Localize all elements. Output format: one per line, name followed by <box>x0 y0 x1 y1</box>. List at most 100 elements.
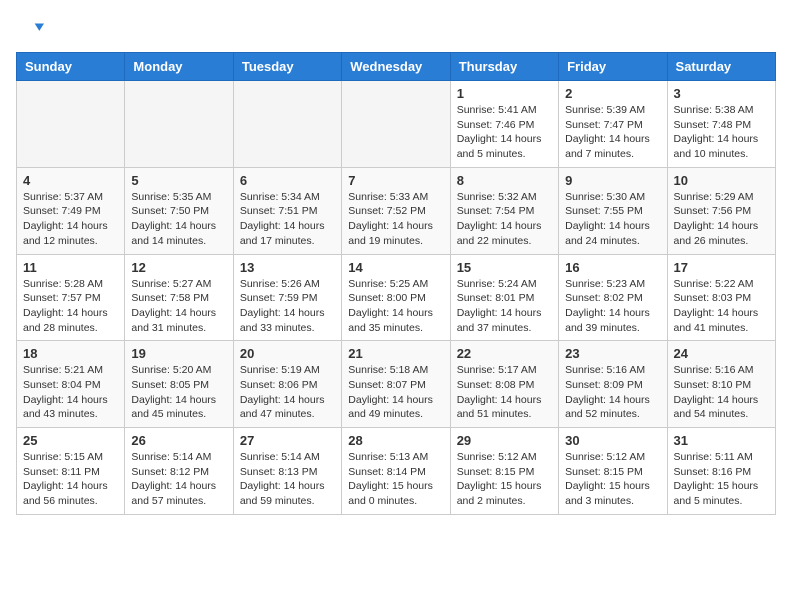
day-number: 25 <box>23 433 118 448</box>
weekday-header-friday: Friday <box>559 53 667 81</box>
day-number: 8 <box>457 173 552 188</box>
calendar-cell: 3 Sunrise: 5:38 AM Sunset: 7:48 PM Daylig… <box>667 81 775 168</box>
day-info: Sunrise: 5:19 AM Sunset: 8:06 PM Dayligh… <box>240 363 335 422</box>
day-number: 30 <box>565 433 660 448</box>
day-number: 10 <box>674 173 769 188</box>
day-info: Sunrise: 5:13 AM Sunset: 8:14 PM Dayligh… <box>348 450 443 509</box>
calendar-cell: 14Sunrise: 5:25 AM Sunset: 8:00 PM Dayli… <box>342 254 450 341</box>
calendar-week-5: 25 Sunrise: 5:15 AM Sunset: 8:11 PM Dayli… <box>17 428 776 515</box>
day-info: Sunrise: 5:30 AM Sunset: 7:55 PM Dayligh… <box>565 190 660 249</box>
day-info: Sunrise: 5:29 AM Sunset: 7:56 PM Dayligh… <box>674 190 769 249</box>
day-number: 3 <box>674 86 769 101</box>
day-info: Sunrise: 5:14 AM Sunset: 8:12 PM Dayligh… <box>131 450 226 509</box>
day-number: 12 <box>131 260 226 275</box>
day-number: 16 <box>565 260 660 275</box>
day-number: 11 <box>23 260 118 275</box>
calendar-cell: 5 Sunrise: 5:35 AM Sunset: 7:50 PM Daylig… <box>125 167 233 254</box>
calendar-cell: 7 Sunrise: 5:33 AM Sunset: 7:52 PM Daylig… <box>342 167 450 254</box>
day-number: 22 <box>457 346 552 361</box>
day-number: 31 <box>674 433 769 448</box>
day-number: 23 <box>565 346 660 361</box>
calendar-cell: 18 Sunrise: 5:21 AM Sunset: 8:04 PM Dayli… <box>17 341 125 428</box>
weekday-header-saturday: Saturday <box>667 53 775 81</box>
day-number: 13 <box>240 260 335 275</box>
day-number: 14 <box>348 260 443 275</box>
day-info: Sunrise: 5:20 AM Sunset: 8:05 PM Dayligh… <box>131 363 226 422</box>
weekday-header-sunday: Sunday <box>17 53 125 81</box>
day-number: 15 <box>457 260 552 275</box>
calendar-cell: 6 Sunrise: 5:34 AM Sunset: 7:51 PM Daylig… <box>233 167 341 254</box>
calendar-cell: 2 Sunrise: 5:39 AM Sunset: 7:47 PM Daylig… <box>559 81 667 168</box>
day-number: 28 <box>348 433 443 448</box>
calendar-cell: 8 Sunrise: 5:32 AM Sunset: 7:54 PM Daylig… <box>450 167 558 254</box>
day-info: Sunrise: 5:18 AM Sunset: 8:07 PM Dayligh… <box>348 363 443 422</box>
day-number: 4 <box>23 173 118 188</box>
weekday-header-tuesday: Tuesday <box>233 53 341 81</box>
day-number: 2 <box>565 86 660 101</box>
day-number: 21 <box>348 346 443 361</box>
day-number: 19 <box>131 346 226 361</box>
day-info: Sunrise: 5:16 AM Sunset: 8:10 PM Dayligh… <box>674 363 769 422</box>
day-info: Sunrise: 5:12 AM Sunset: 8:15 PM Dayligh… <box>565 450 660 509</box>
calendar-cell: 15 Sunrise: 5:24 AM Sunset: 8:01 PM Dayli… <box>450 254 558 341</box>
calendar-cell: 9Sunrise: 5:30 AM Sunset: 7:55 PM Daylig… <box>559 167 667 254</box>
calendar-cell: 21 Sunrise: 5:18 AM Sunset: 8:07 PM Dayli… <box>342 341 450 428</box>
day-number: 20 <box>240 346 335 361</box>
calendar-table: SundayMondayTuesdayWednesdayThursdayFrid… <box>16 52 776 515</box>
day-number: 27 <box>240 433 335 448</box>
day-info: Sunrise: 5:23 AM Sunset: 8:02 PM Dayligh… <box>565 277 660 336</box>
day-number: 1 <box>457 86 552 101</box>
day-info: Sunrise: 5:34 AM Sunset: 7:51 PM Dayligh… <box>240 190 335 249</box>
calendar-cell: 29 Sunrise: 5:12 AM Sunset: 8:15 PM Dayli… <box>450 428 558 515</box>
day-number: 5 <box>131 173 226 188</box>
day-info: Sunrise: 5:26 AM Sunset: 7:59 PM Dayligh… <box>240 277 335 336</box>
calendar-cell: 1 Sunrise: 5:41 AM Sunset: 7:46 PM Daylig… <box>450 81 558 168</box>
day-number: 7 <box>348 173 443 188</box>
day-info: Sunrise: 5:38 AM Sunset: 7:48 PM Dayligh… <box>674 103 769 162</box>
day-info: Sunrise: 5:33 AM Sunset: 7:52 PM Dayligh… <box>348 190 443 249</box>
day-number: 6 <box>240 173 335 188</box>
calendar-cell: 4 Sunrise: 5:37 AM Sunset: 7:49 PM Daylig… <box>17 167 125 254</box>
calendar-week-2: 4 Sunrise: 5:37 AM Sunset: 7:49 PM Daylig… <box>17 167 776 254</box>
day-info: Sunrise: 5:16 AM Sunset: 8:09 PM Dayligh… <box>565 363 660 422</box>
calendar-cell: 30 Sunrise: 5:12 AM Sunset: 8:15 PM Dayli… <box>559 428 667 515</box>
day-number: 18 <box>23 346 118 361</box>
day-info: Sunrise: 5:15 AM Sunset: 8:11 PM Dayligh… <box>23 450 118 509</box>
calendar-cell: 26 Sunrise: 5:14 AM Sunset: 8:12 PM Dayli… <box>125 428 233 515</box>
calendar-cell: 19 Sunrise: 5:20 AM Sunset: 8:05 PM Dayli… <box>125 341 233 428</box>
calendar-cell <box>233 81 341 168</box>
day-number: 17 <box>674 260 769 275</box>
calendar-cell: 13 Sunrise: 5:26 AM Sunset: 7:59 PM Dayli… <box>233 254 341 341</box>
calendar-cell: 11Sunrise: 5:28 AM Sunset: 7:57 PM Dayli… <box>17 254 125 341</box>
day-info: Sunrise: 5:21 AM Sunset: 8:04 PM Dayligh… <box>23 363 118 422</box>
day-info: Sunrise: 5:24 AM Sunset: 8:01 PM Dayligh… <box>457 277 552 336</box>
day-info: Sunrise: 5:11 AM Sunset: 8:16 PM Dayligh… <box>674 450 769 509</box>
calendar-cell <box>17 81 125 168</box>
calendar-cell: 23 Sunrise: 5:16 AM Sunset: 8:09 PM Dayli… <box>559 341 667 428</box>
calendar-cell: 12 Sunrise: 5:27 AM Sunset: 7:58 PM Dayli… <box>125 254 233 341</box>
calendar-cell: 22 Sunrise: 5:17 AM Sunset: 8:08 PM Dayli… <box>450 341 558 428</box>
calendar-cell <box>342 81 450 168</box>
day-info: Sunrise: 5:17 AM Sunset: 8:08 PM Dayligh… <box>457 363 552 422</box>
logo <box>16 16 48 44</box>
day-info: Sunrise: 5:37 AM Sunset: 7:49 PM Dayligh… <box>23 190 118 249</box>
calendar-week-1: 1 Sunrise: 5:41 AM Sunset: 7:46 PM Daylig… <box>17 81 776 168</box>
calendar-cell: 20 Sunrise: 5:19 AM Sunset: 8:06 PM Dayli… <box>233 341 341 428</box>
day-info: Sunrise: 5:35 AM Sunset: 7:50 PM Dayligh… <box>131 190 226 249</box>
day-info: Sunrise: 5:27 AM Sunset: 7:58 PM Dayligh… <box>131 277 226 336</box>
day-info: Sunrise: 5:41 AM Sunset: 7:46 PM Dayligh… <box>457 103 552 162</box>
day-number: 29 <box>457 433 552 448</box>
day-number: 26 <box>131 433 226 448</box>
calendar-week-3: 11Sunrise: 5:28 AM Sunset: 7:57 PM Dayli… <box>17 254 776 341</box>
logo-icon <box>16 16 44 44</box>
calendar-cell: 25 Sunrise: 5:15 AM Sunset: 8:11 PM Dayli… <box>17 428 125 515</box>
calendar-cell: 10 Sunrise: 5:29 AM Sunset: 7:56 PM Dayli… <box>667 167 775 254</box>
day-info: Sunrise: 5:32 AM Sunset: 7:54 PM Dayligh… <box>457 190 552 249</box>
day-info: Sunrise: 5:12 AM Sunset: 8:15 PM Dayligh… <box>457 450 552 509</box>
weekday-header-wednesday: Wednesday <box>342 53 450 81</box>
calendar-cell: 28 Sunrise: 5:13 AM Sunset: 8:14 PM Dayli… <box>342 428 450 515</box>
day-info: Sunrise: 5:39 AM Sunset: 7:47 PM Dayligh… <box>565 103 660 162</box>
calendar-cell: 31 Sunrise: 5:11 AM Sunset: 8:16 PM Dayli… <box>667 428 775 515</box>
calendar-week-4: 18 Sunrise: 5:21 AM Sunset: 8:04 PM Dayli… <box>17 341 776 428</box>
day-number: 24 <box>674 346 769 361</box>
